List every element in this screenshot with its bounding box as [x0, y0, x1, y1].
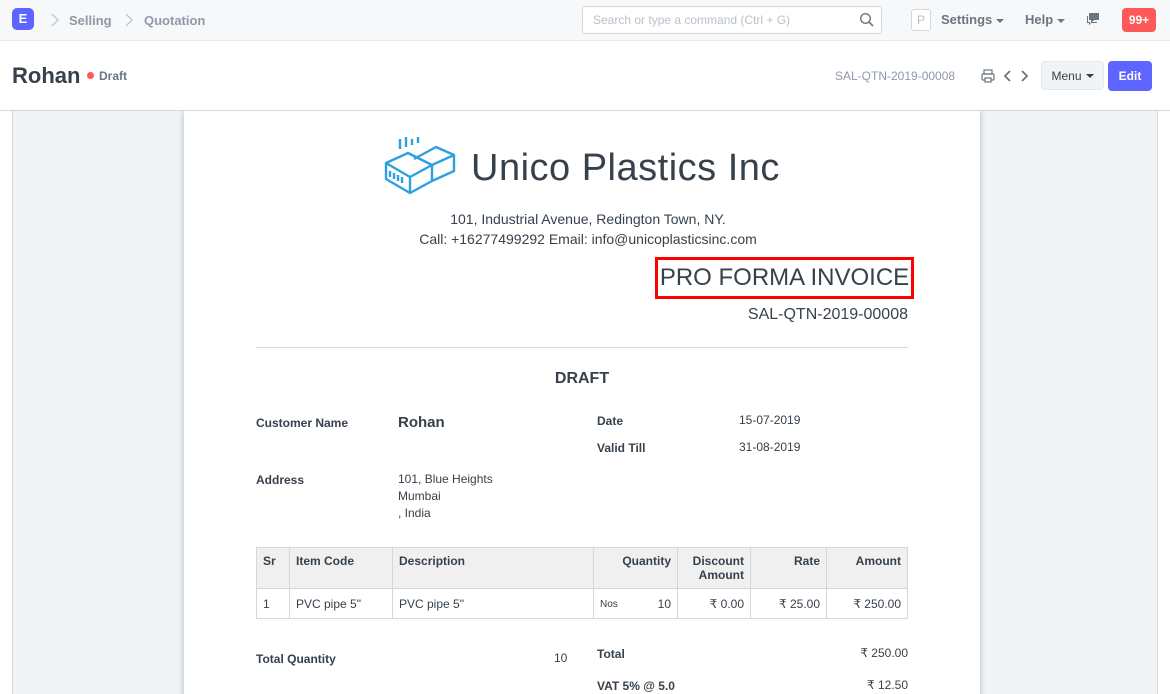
- menu-button[interactable]: Menu: [1041, 61, 1104, 90]
- col-description: Description: [392, 547, 594, 589]
- col-discount-amount: Discount Amount: [677, 547, 751, 589]
- customer-name-label: Customer Name: [256, 416, 349, 430]
- caret-down-icon: [1085, 74, 1094, 79]
- help-dropdown[interactable]: Help: [1025, 12, 1066, 27]
- awesomebar: [582, 6, 882, 34]
- cell-quantity: Nos 10: [593, 588, 678, 619]
- company-address: 101, Industrial Avenue, Redington Town, …: [450, 211, 726, 227]
- total-quantity-label: Total Quantity: [256, 652, 336, 666]
- print-sheet: Unico Plastics Inc 101, Industrial Avenu…: [184, 111, 980, 694]
- document-number: SAL-QTN-2019-00008: [747, 306, 908, 323]
- status-badge: Draft: [99, 69, 128, 83]
- items-table: Sr Item Code Description Quantity Discou…: [256, 547, 908, 619]
- vat-label: VAT 5% @ 5.0: [597, 679, 675, 693]
- valid-till-value: 31-08-2019: [739, 440, 801, 454]
- cell-rate: ₹ 25.00: [750, 588, 827, 619]
- chevron-right-icon: [51, 13, 59, 27]
- draft-watermark: DRAFT: [554, 370, 610, 387]
- chat-icon[interactable]: [1086, 11, 1102, 27]
- search-icon[interactable]: [859, 12, 875, 28]
- next-doc-icon[interactable]: [1018, 69, 1030, 83]
- vat-value: ₹ 12.50: [867, 678, 908, 692]
- cell-description: PVC pipe 5": [392, 588, 594, 619]
- factory-logo-icon: [384, 137, 456, 195]
- valid-till-label: Valid Till: [597, 441, 646, 455]
- page-title: Rohan: [12, 63, 81, 88]
- date-label: Date: [597, 414, 624, 428]
- breadcrumb-selling[interactable]: Selling: [69, 13, 112, 28]
- print-icon[interactable]: [981, 69, 995, 83]
- settings-label: Settings: [941, 12, 993, 27]
- cell-qty-value: 10: [657, 596, 671, 611]
- app-logo[interactable]: E: [12, 8, 34, 30]
- cell-amount: ₹ 250.00: [826, 588, 908, 619]
- search-input[interactable]: [583, 7, 863, 33]
- address-label: Address: [256, 473, 305, 487]
- total-value: ₹ 250.00: [860, 646, 908, 660]
- company-contact: Call: +16277499292 Email: info@unicoplas…: [419, 231, 757, 247]
- caret-down-icon: [1057, 18, 1066, 23]
- address-line-2: Mumbai: [398, 489, 441, 503]
- breadcrumb-quotation[interactable]: Quotation: [144, 13, 205, 28]
- cell-item-code: PVC pipe 5": [289, 588, 393, 619]
- top-navbar: E Selling Quotation P Settings Help 99+: [0, 0, 1170, 41]
- table-header-row: Sr Item Code Description Quantity Discou…: [256, 547, 908, 589]
- col-quantity: Quantity: [593, 547, 678, 589]
- document-name: SAL-QTN-2019-00008: [835, 69, 956, 83]
- divider: [256, 347, 908, 348]
- edit-button[interactable]: Edit: [1108, 61, 1152, 91]
- notifications-badge[interactable]: 99+: [1122, 8, 1156, 32]
- table-row: 1 PVC pipe 5" PVC pipe 5" Nos 10 ₹ 0.00 ₹…: [256, 588, 908, 619]
- document-title-highlighted: PRO FORMA INVOICE: [655, 257, 914, 299]
- col-item-code: Item Code: [289, 547, 393, 589]
- help-label: Help: [1025, 12, 1054, 27]
- address-line-1: 101, Blue Heights: [398, 472, 493, 486]
- date-value: 15-07-2019: [739, 413, 801, 427]
- cell-discount: ₹ 0.00: [677, 588, 751, 619]
- page-head: Rohan Draft SAL-QTN-2019-00008 Menu Edit: [0, 41, 1170, 111]
- user-avatar[interactable]: P: [911, 9, 931, 31]
- chevron-right-icon: [125, 13, 133, 27]
- menu-label: Menu: [1051, 68, 1082, 83]
- cell-sr: 1: [256, 588, 290, 619]
- customer-name-value: Rohan: [398, 414, 445, 431]
- col-sr: Sr: [256, 547, 290, 589]
- caret-down-icon: [996, 18, 1005, 23]
- total-quantity-value: 10: [554, 651, 568, 665]
- col-amount: Amount: [826, 547, 908, 589]
- address-line-3: , India: [398, 506, 431, 520]
- total-label: Total: [597, 647, 625, 661]
- previous-doc-icon[interactable]: [1002, 69, 1014, 83]
- cell-uom: Nos: [600, 598, 618, 610]
- col-rate: Rate: [750, 547, 827, 589]
- print-preview-area[interactable]: Unico Plastics Inc 101, Industrial Avenu…: [12, 111, 1158, 694]
- settings-dropdown[interactable]: Settings: [941, 12, 1005, 27]
- status-indicator-dot: [87, 72, 94, 79]
- company-name: Unico Plastics Inc: [471, 147, 780, 189]
